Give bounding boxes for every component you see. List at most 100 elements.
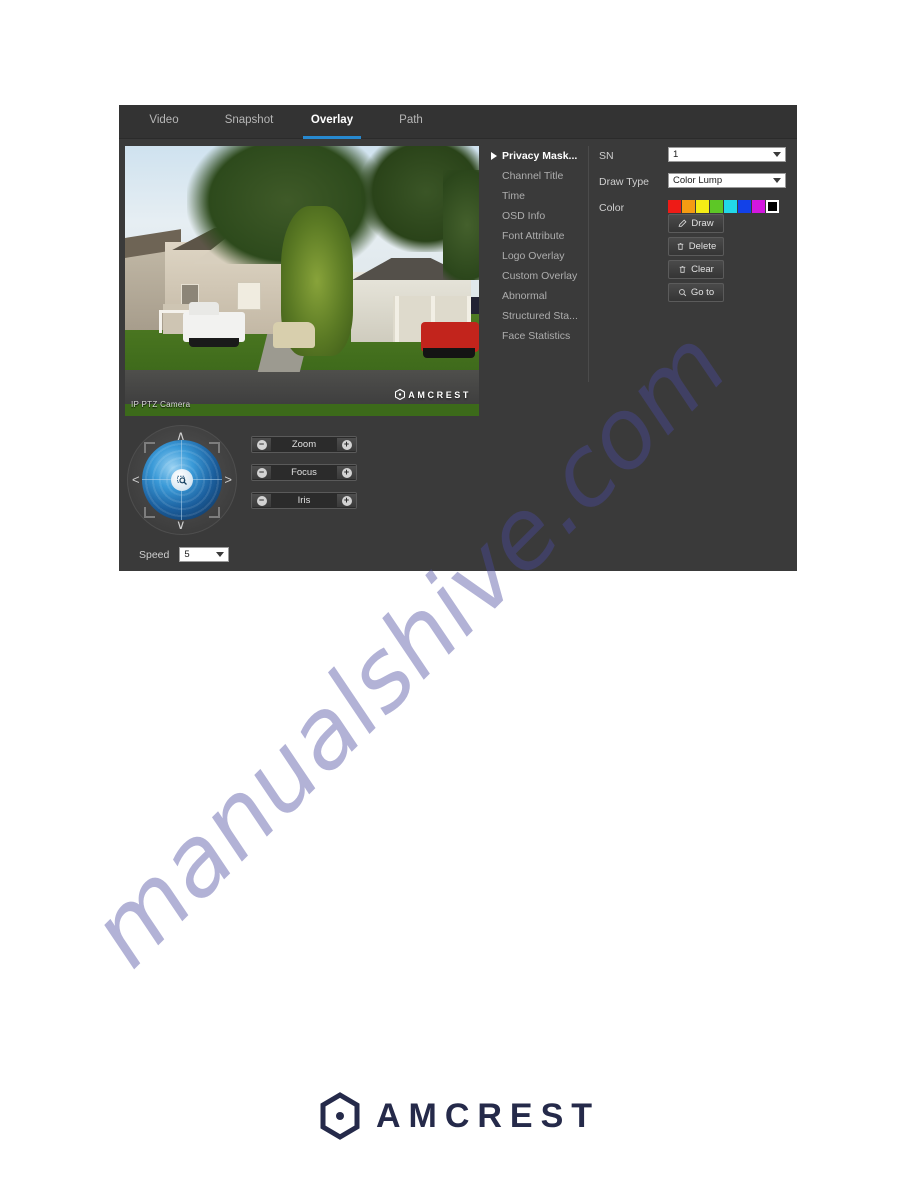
- sn-row: SN 1: [599, 146, 789, 166]
- minus-icon: −: [256, 467, 267, 478]
- draw-button[interactable]: Draw: [668, 214, 724, 233]
- color-swatch-magenta[interactable]: [752, 200, 765, 213]
- menu-item-osd-info[interactable]: OSD Info: [493, 206, 589, 226]
- menu-item-privacy-mask[interactable]: Privacy Mask...: [491, 146, 589, 166]
- color-swatch-orange[interactable]: [682, 200, 695, 213]
- sn-select[interactable]: 1: [668, 147, 786, 162]
- plus-icon: +: [341, 495, 352, 506]
- ptz-down-right-corner[interactable]: [209, 507, 220, 518]
- color-swatch-green[interactable]: [710, 200, 723, 213]
- plus-icon: +: [341, 439, 352, 450]
- delete-button[interactable]: Delete: [668, 237, 724, 256]
- color-swatch-red[interactable]: [668, 200, 681, 213]
- color-swatch-blue[interactable]: [738, 200, 751, 213]
- trash-icon: [679, 266, 686, 273]
- zoom-decrease-button[interactable]: −: [252, 438, 271, 451]
- zoom-label: Zoom: [291, 439, 317, 450]
- plus-icon: +: [341, 467, 352, 478]
- zoom-control: − Zoom +: [251, 436, 357, 453]
- color-swatch-cyan[interactable]: [724, 200, 737, 213]
- tab-path[interactable]: Path: [387, 105, 435, 138]
- delete-button-label: Delete: [688, 241, 717, 252]
- ptz-joystick[interactable]: ∧ ∨ < >: [127, 425, 237, 535]
- clear-button[interactable]: Clear: [668, 260, 724, 279]
- menu-item-font-attribute[interactable]: Font Attribute: [493, 226, 589, 246]
- tab-video[interactable]: Video: [133, 105, 195, 138]
- color-swatch-group: [668, 200, 780, 213]
- speed-label: Speed: [139, 548, 170, 561]
- video-logo-text: AMCREST: [408, 389, 471, 400]
- tan-car: [273, 322, 315, 348]
- privacy-mask-controls: SN 1 Draw Type Color Lump Color Draw Del…: [599, 146, 789, 302]
- lens-control-group: − Zoom + − Focus + − Iris +: [251, 436, 357, 520]
- ptz-right-arrow[interactable]: >: [224, 473, 232, 486]
- menu-item-label: Privacy Mask...: [502, 150, 578, 162]
- minus-icon: −: [256, 495, 267, 506]
- ptz-down-arrow[interactable]: ∨: [176, 518, 186, 531]
- video-watermark-logo: AMCREST: [395, 389, 471, 400]
- camera-osd-label: IP PTZ Camera: [131, 400, 191, 409]
- menu-item-custom-overlay[interactable]: Custom Overlay: [493, 266, 589, 286]
- tab-overlay[interactable]: Overlay: [297, 105, 367, 139]
- minus-icon: −: [256, 439, 267, 450]
- amcrest-hex-icon: [320, 1092, 360, 1140]
- speed-row: Speed 5: [139, 547, 230, 562]
- speed-value: 5: [184, 549, 190, 560]
- draw-type-label: Draw Type: [599, 176, 649, 188]
- goto-button[interactable]: Go to: [668, 283, 724, 302]
- ptz-up-right-corner[interactable]: [209, 442, 220, 453]
- video-preview[interactable]: IP PTZ Camera AMCREST: [125, 146, 479, 416]
- tree-far: [443, 170, 479, 280]
- focus-control: − Focus +: [251, 464, 357, 481]
- action-button-group: Draw Delete Clear Go to: [668, 214, 788, 306]
- iris-control: − Iris +: [251, 492, 357, 509]
- draw-button-label: Draw: [691, 218, 714, 229]
- tab-snapshot[interactable]: Snapshot: [211, 105, 287, 138]
- menu-item-channel-title[interactable]: Channel Title: [493, 166, 589, 186]
- page-footer-logo: AMCREST: [0, 1092, 918, 1140]
- camera-config-panel: Video Snapshot Overlay Path IP PTZ Camer…: [119, 105, 797, 571]
- ptz-control-section: ∧ ∨ < > − Zoom + − Focus + − Iris + Spee…: [127, 425, 487, 565]
- zoom-increase-button[interactable]: +: [337, 438, 356, 451]
- chevron-down-icon: [216, 552, 225, 557]
- iris-increase-button[interactable]: +: [337, 494, 356, 507]
- color-label: Color: [599, 202, 625, 214]
- ptz-down-left-corner[interactable]: [144, 507, 155, 518]
- trash-icon: [677, 243, 684, 250]
- selection-arrow-icon: [491, 152, 497, 160]
- focus-increase-button[interactable]: +: [337, 466, 356, 479]
- amcrest-hex-icon: [395, 389, 406, 400]
- chevron-down-icon: [773, 178, 781, 183]
- porch-column: [395, 296, 399, 342]
- chevron-down-icon: [773, 152, 781, 157]
- ptz-left-arrow[interactable]: <: [132, 473, 140, 486]
- ptz-center-zoom-button[interactable]: [171, 469, 193, 491]
- ptz-up-left-corner[interactable]: [144, 442, 155, 453]
- sn-label: SN: [599, 150, 614, 162]
- draw-type-value: Color Lump: [673, 175, 723, 186]
- color-swatch-yellow[interactable]: [696, 200, 709, 213]
- iris-decrease-button[interactable]: −: [252, 494, 271, 507]
- focus-decrease-button[interactable]: −: [252, 466, 271, 479]
- ptz-up-arrow[interactable]: ∧: [176, 429, 186, 442]
- iris-label: Iris: [297, 495, 311, 506]
- menu-item-logo-overlay[interactable]: Logo Overlay: [493, 246, 589, 266]
- menu-item-face-statistics[interactable]: Face Statistics: [493, 326, 589, 346]
- draw-type-select[interactable]: Color Lump: [668, 173, 786, 188]
- panel-divider: [588, 146, 589, 382]
- search-icon: [678, 289, 687, 297]
- speed-select[interactable]: 5: [179, 547, 230, 562]
- menu-item-time[interactable]: Time: [493, 186, 589, 206]
- overlay-menu-list: Privacy Mask... Channel Title Time OSD I…: [491, 146, 589, 346]
- red-truck: [421, 322, 479, 358]
- menu-item-structured-statistics[interactable]: Structured Sta...: [493, 306, 589, 326]
- draw-type-row: Draw Type Color Lump: [599, 172, 789, 192]
- menu-item-abnormal[interactable]: Abnormal: [493, 286, 589, 306]
- white-pickup-truck: [183, 302, 245, 347]
- window-right: [237, 282, 261, 310]
- sn-value: 1: [673, 149, 679, 160]
- tab-bar: Video Snapshot Overlay Path: [119, 105, 797, 139]
- focus-label: Focus: [291, 467, 317, 478]
- color-swatch-black[interactable]: [766, 200, 779, 213]
- pencil-icon: [678, 219, 687, 227]
